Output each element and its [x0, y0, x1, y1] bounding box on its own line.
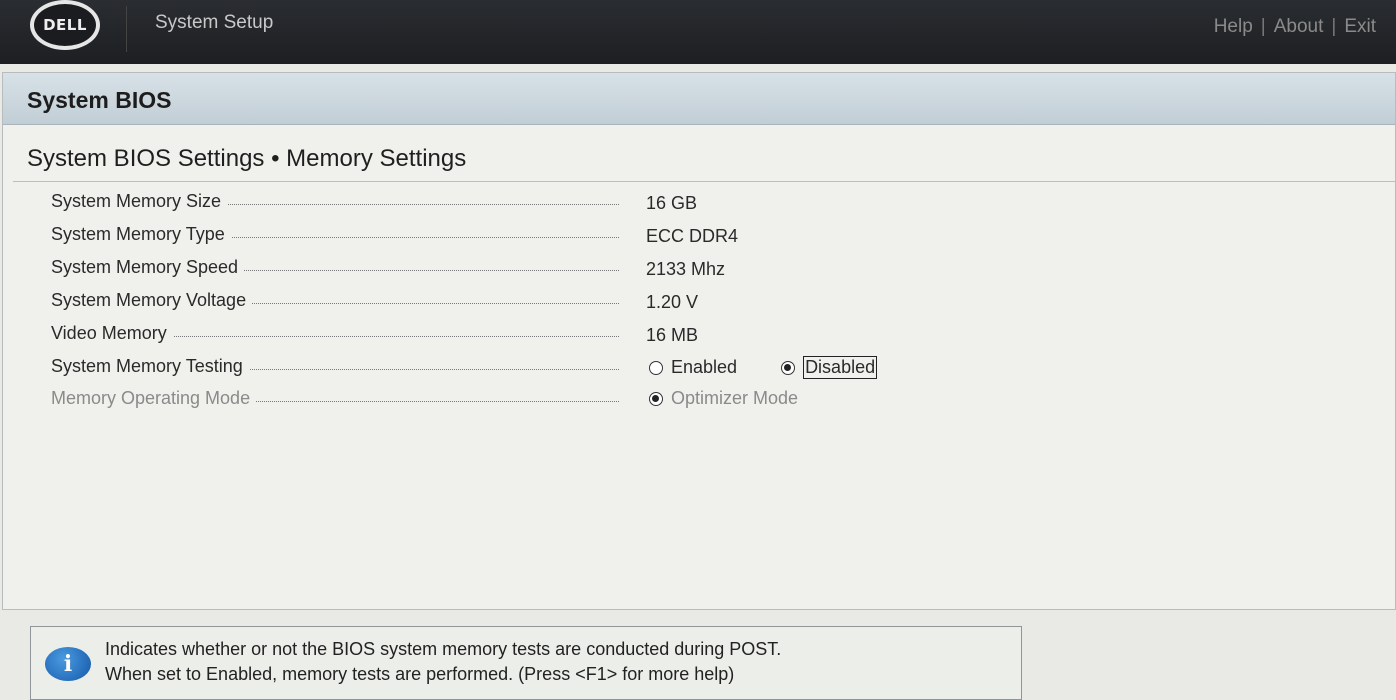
radio-button-checked-icon	[649, 391, 663, 406]
about-link[interactable]: About	[1274, 16, 1324, 38]
operating-mode-radio-group: Optimizer Mode	[649, 388, 842, 409]
app-title: System Setup	[155, 12, 274, 33]
setting-value: ECC DDR4	[646, 226, 739, 246]
setting-row-memory-speed[interactable]: System Memory Speed 2133 Mhz	[51, 257, 1051, 285]
setting-row-memory-testing[interactable]: System Memory Testing Enabled Disabled	[51, 356, 1051, 384]
panel-header: System BIOS	[3, 73, 1395, 125]
logo-divider	[126, 6, 127, 52]
help-line-1: Indicates whether or not the BIOS system…	[105, 639, 782, 659]
setting-row-memory-type[interactable]: System Memory Type ECC DDR4	[51, 224, 1051, 252]
setting-row-memory-size[interactable]: System Memory Size 16 GB	[51, 191, 1051, 219]
setting-label: System Memory Voltage	[51, 290, 253, 311]
radio-button-checked-icon[interactable]	[781, 360, 796, 375]
setting-row-memory-voltage[interactable]: System Memory Voltage 1.20 V	[51, 290, 1051, 318]
setting-label: System Memory Speed	[51, 257, 245, 278]
setting-value: 16 MB	[646, 325, 699, 345]
link-separator: |	[1331, 16, 1337, 37]
exit-link[interactable]: Exit	[1344, 16, 1376, 38]
setting-value: 16 GB	[646, 193, 698, 213]
help-line-2: When set to Enabled, memory tests are pe…	[105, 664, 735, 684]
radio-disabled[interactable]: Disabled	[781, 356, 878, 379]
setting-label: Memory Operating Mode	[51, 388, 257, 409]
link-separator: |	[1260, 16, 1266, 37]
radio-label[interactable]: Disabled	[803, 356, 878, 379]
setting-value: 1.20 V	[646, 292, 699, 312]
radio-optimizer-mode: Optimizer Mode	[649, 388, 798, 409]
setting-value: 2133 Mhz	[646, 259, 726, 279]
settings-panel: System BIOS System BIOS Settings • Memor…	[2, 72, 1396, 610]
dell-logo: DELL	[30, 0, 100, 50]
setting-row-memory-operating-mode: Memory Operating Mode Optimizer Mode	[51, 388, 1051, 416]
help-link[interactable]: Help	[1214, 16, 1253, 38]
memory-testing-radio-group: Enabled Disabled	[649, 356, 921, 379]
help-text: Indicates whether or not the BIOS system…	[105, 637, 781, 687]
top-bar: DELL System Setup Help | About | Exit	[0, 0, 1396, 64]
radio-label[interactable]: Enabled	[671, 357, 737, 378]
radio-label: Optimizer Mode	[671, 388, 799, 408]
setting-row-video-memory[interactable]: Video Memory 16 MB	[51, 323, 1051, 351]
help-box: i Indicates whether or not the BIOS syst…	[30, 626, 1022, 700]
setting-label: Video Memory	[51, 323, 173, 344]
panel-title: System BIOS	[27, 87, 172, 113]
setting-label: System Memory Testing	[51, 356, 249, 377]
section-title: System BIOS Settings • Memory Settings	[27, 145, 467, 172]
radio-button-unchecked-icon[interactable]	[649, 360, 663, 375]
radio-enabled[interactable]: Enabled	[649, 356, 737, 379]
setting-label: System Memory Type	[51, 224, 231, 245]
info-icon: i	[45, 647, 91, 681]
top-links: Help | About | Exit	[1214, 16, 1376, 38]
section-divider	[13, 181, 1396, 182]
setting-label: System Memory Size	[51, 191, 228, 212]
